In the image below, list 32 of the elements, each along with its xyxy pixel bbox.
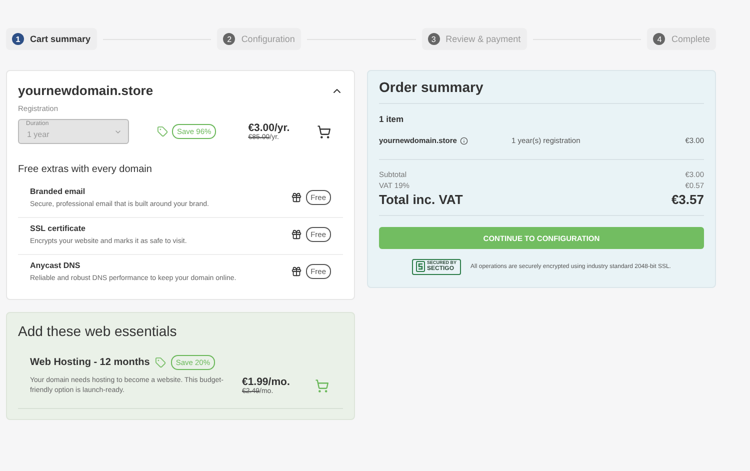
step-tab[interactable]: 1 Cart summary [6, 28, 97, 50]
item-count: 1 item [379, 114, 405, 124]
step-tab[interactable]: 4 Complete [647, 28, 716, 50]
domain-name: yournewdomain.store [18, 83, 154, 98]
step-number: 2 [223, 33, 236, 45]
order-summary-title: Order summary [379, 79, 704, 104]
step-tab[interactable]: 3 Review & payment [422, 28, 527, 50]
extra-name: Branded email [30, 187, 86, 196]
step-number: 3 [428, 33, 440, 45]
essentials-title: Add these web essentials [18, 323, 178, 339]
cart-icon[interactable] [317, 124, 331, 138]
gift-icon [290, 229, 302, 240]
price: €1.99/mo. [242, 376, 290, 388]
step-label: Configuration [241, 34, 295, 44]
step-label: Complete [671, 34, 710, 44]
extra-name: Anycast DNS [30, 261, 82, 270]
extras-title: Free extras with every domain [18, 164, 153, 175]
step-number: 4 [653, 33, 666, 45]
step-number: 1 [12, 33, 24, 45]
step-tab[interactable]: 2 Configuration [217, 28, 301, 50]
total-label: Total inc. VAT [379, 192, 463, 207]
price: €3.00/yr. [248, 122, 290, 134]
gift-icon [290, 266, 302, 277]
info-icon[interactable] [460, 136, 468, 144]
total-value: €3.57 [671, 192, 704, 207]
tag-icon [154, 357, 166, 368]
step-label: Cart summary [30, 34, 91, 44]
step-label: Review & payment [446, 34, 521, 44]
product-name: Web Hosting - 12 months [30, 357, 150, 368]
gift-icon [290, 192, 302, 203]
tag-icon [157, 126, 168, 137]
extra-name: SSL certificate [30, 224, 86, 233]
